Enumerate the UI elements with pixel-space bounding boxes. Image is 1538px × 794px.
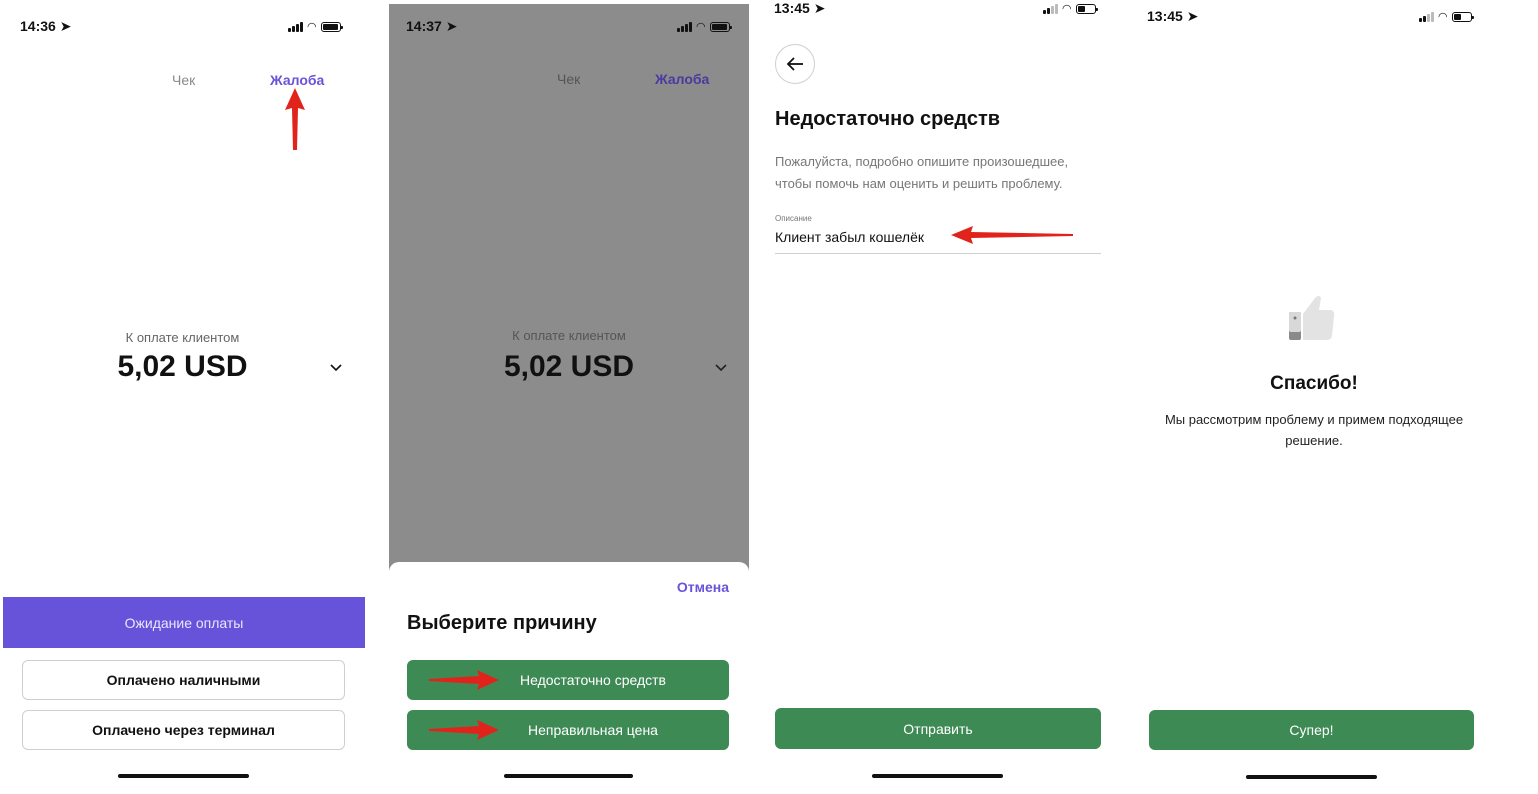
screen-payment: 14:36 ➤ ◠ Чек Жалоба К оплате клиентом 5… (0, 0, 365, 794)
screen-choose-reason: 14:37 ➤ ◠ Чек Жалоба К оплате клиентом 5… (389, 4, 749, 784)
super-button[interactable]: Супер! (1149, 710, 1474, 750)
status-time: 13:45 ➤ (774, 0, 825, 17)
battery-icon (320, 21, 343, 32)
paid-cash-button[interactable]: Оплачено наличными (22, 660, 345, 700)
annotation-arrow-right (429, 670, 499, 690)
page-title: Недостаточно средств (775, 108, 1001, 130)
amount-label: К оплате клиентом (512, 328, 626, 343)
annotation-arrow-up (285, 88, 305, 150)
wifi-icon: ◠ (1438, 11, 1448, 23)
description-text: Пожалуйста, подробно опишите произошедше… (775, 154, 1069, 191)
location-arrow-icon: ➤ (1186, 8, 1199, 24)
battery-icon (709, 21, 732, 32)
wifi-icon: ◠ (307, 21, 317, 33)
amount-value: 5,02 USD (503, 350, 635, 383)
wifi-icon: ◠ (1062, 3, 1072, 15)
location-arrow-icon: ➤ (445, 18, 458, 34)
wifi-icon: ◠ (696, 21, 706, 33)
location-arrow-icon: ➤ (813, 0, 826, 16)
status-time-text: 13:45 (774, 0, 810, 16)
annotation-arrow-left (951, 226, 1073, 244)
paid-terminal-button[interactable]: Оплачено через терминал (22, 710, 345, 750)
signal-icon (1419, 11, 1434, 22)
status-time: 14:37 ➤ (406, 18, 457, 35)
home-indicator (118, 774, 249, 778)
field-underline (775, 253, 1101, 254)
battery-icon (1451, 11, 1474, 22)
tab-receipt[interactable]: Чек (557, 71, 580, 87)
annotation-arrow-right (429, 720, 499, 740)
status-time-text: 13:45 (1147, 8, 1183, 24)
description-field-label: Описание (775, 214, 812, 223)
thanks-title: Спасибо! (1270, 373, 1358, 394)
status-time-text: 14:36 (20, 18, 56, 34)
screen-thank-you: 13:45 ➤ ◠ Спасибо! Мы рассмотрим проблем… (1139, 0, 1489, 794)
tab-complaint[interactable]: Жалоба (270, 72, 324, 88)
status-time: 14:36 ➤ (20, 18, 71, 35)
sheet-title: Выберите причину (407, 612, 597, 634)
thumbs-up-icon (1289, 296, 1335, 340)
screen-complaint-description: 13:45 ➤ ◠ Недостаточно средств Пожалуйст… (771, 0, 1111, 794)
status-icons: ◠ (288, 20, 343, 33)
chevron-down-icon[interactable] (330, 364, 342, 372)
signal-icon (288, 21, 303, 32)
status-icons: ◠ (1043, 2, 1098, 15)
tab-receipt[interactable]: Чек (172, 72, 195, 88)
status-icons: ◠ (677, 20, 732, 33)
chevron-down-icon[interactable] (715, 364, 727, 372)
cancel-button[interactable]: Отмена (677, 579, 729, 595)
status-time: 13:45 ➤ (1147, 8, 1198, 25)
home-indicator (1246, 775, 1377, 779)
reason-label: Неправильная цена (528, 722, 658, 738)
amount-value: 5,02 USD (117, 350, 248, 383)
thanks-message: Мы рассмотрим проблему и примем подходящ… (1164, 412, 1464, 448)
reason-label: Недостаточно средств (520, 672, 666, 688)
location-arrow-icon: ➤ (59, 18, 72, 34)
waiting-payment-bar: Ожидание оплаты (3, 597, 365, 648)
home-indicator (504, 774, 633, 778)
signal-icon (1043, 3, 1058, 14)
back-button[interactable] (775, 44, 815, 84)
tab-complaint[interactable]: Жалоба (655, 71, 709, 87)
amount-label: К оплате клиентом (125, 330, 240, 345)
reason-sheet: Отмена Выберите причину Недостаточно сре… (389, 562, 749, 784)
home-indicator (872, 774, 1003, 778)
status-icons: ◠ (1419, 10, 1474, 23)
signal-icon (677, 21, 692, 32)
battery-icon (1075, 3, 1098, 14)
status-time-text: 14:37 (406, 18, 442, 34)
submit-button[interactable]: Отправить (775, 708, 1101, 749)
description-field[interactable]: Клиент забыл кошелёк (775, 229, 924, 245)
arrow-left-icon (786, 57, 803, 71)
